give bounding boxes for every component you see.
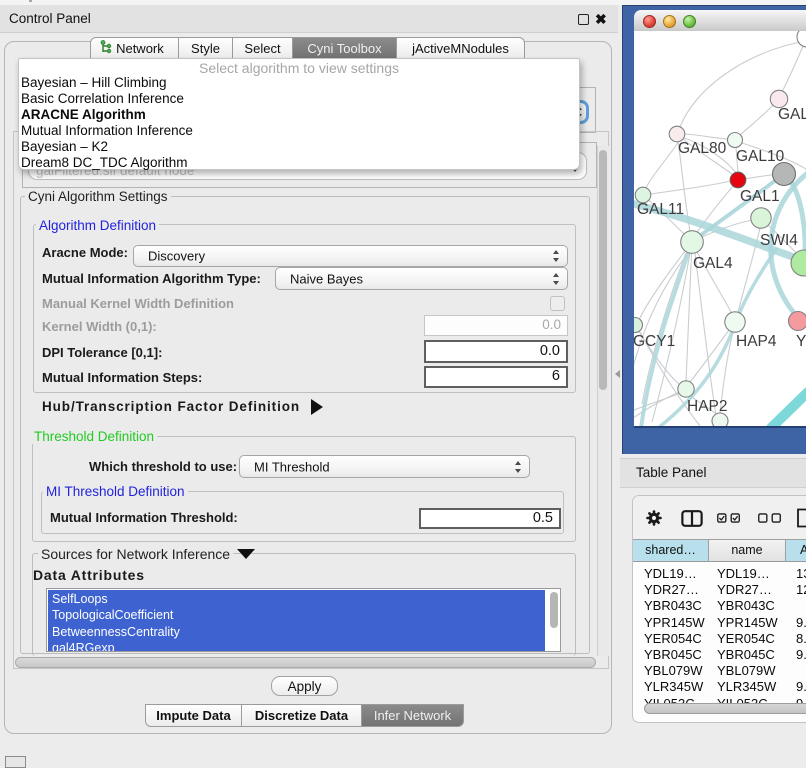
svg-text:Y: Y	[796, 333, 806, 350]
svg-text:GAL11: GAL11	[637, 201, 684, 218]
svg-text:HAP4: HAP4	[736, 333, 777, 350]
svg-text:GAL4: GAL4	[693, 255, 733, 272]
svg-text:GAL1: GAL1	[740, 188, 780, 205]
svg-text:HAP2: HAP2	[687, 398, 728, 415]
svg-text:GAL10: GAL10	[736, 148, 785, 165]
svg-text:GAL80: GAL80	[678, 140, 727, 157]
svg-text:GAL7: GAL7	[778, 106, 806, 123]
svg-text:GCY1: GCY1	[634, 333, 675, 350]
svg-text:SWI4: SWI4	[760, 232, 798, 249]
